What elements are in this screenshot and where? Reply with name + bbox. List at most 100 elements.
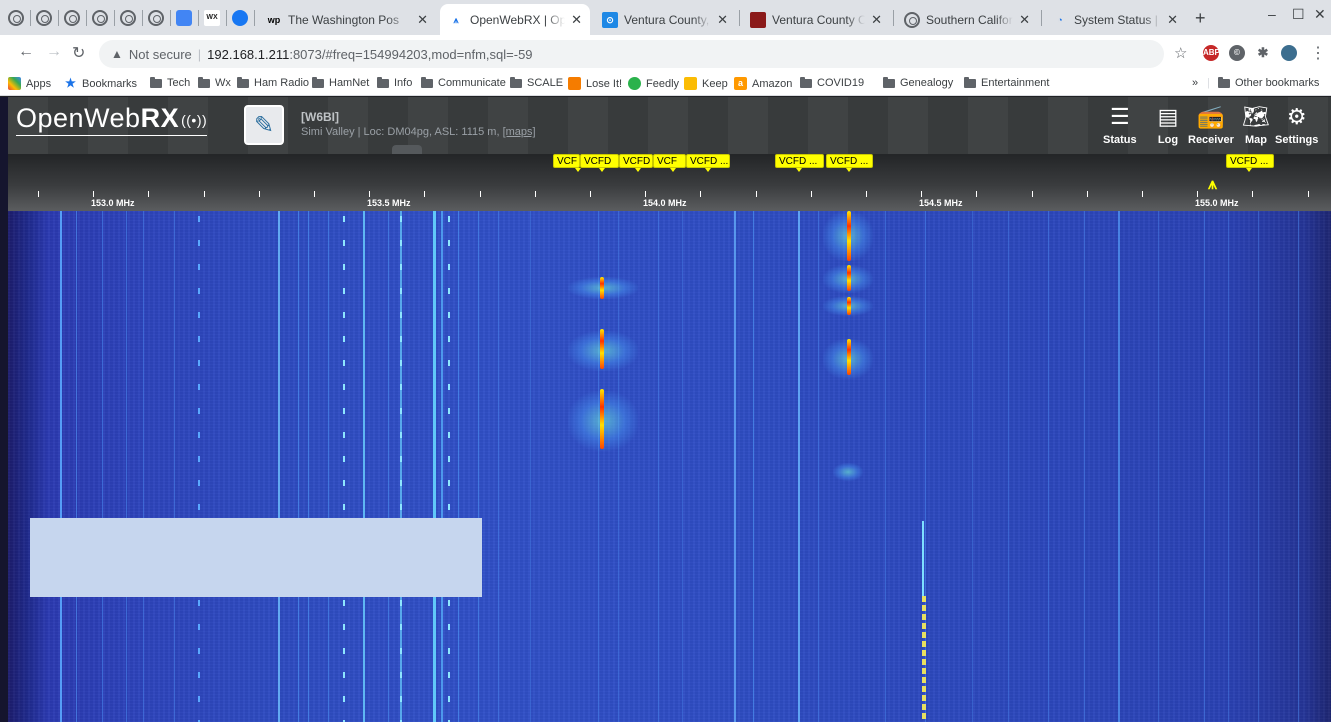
bookmark-apps[interactable]: Apps <box>8 77 51 90</box>
bookmark-other-bookmarks[interactable]: Other bookmarks <box>1218 76 1319 89</box>
log-icon: ▤ <box>1157 104 1179 129</box>
bookmark-flag[interactable]: VCFD <box>580 154 619 168</box>
minimize-button[interactable]: – <box>1268 6 1276 22</box>
signal-peak <box>847 339 851 375</box>
bookmark-flag[interactable]: VCFD ... <box>826 154 873 168</box>
bookmark-flag[interactable]: VCFD ... <box>686 154 730 168</box>
signal-trace <box>76 211 77 722</box>
header-collapse-toggle[interactable] <box>392 145 422 154</box>
close-icon[interactable]: ✕ <box>871 12 882 28</box>
forward-arrow-icon[interactable]: → <box>46 43 62 61</box>
signal-burst <box>448 456 450 462</box>
pinned-tab-5[interactable] <box>118 8 138 28</box>
status-button[interactable]: ☰ Status <box>1103 103 1137 146</box>
openwebrx-logo[interactable]: OpenWebRX ((•)) <box>16 103 208 136</box>
bookmark-flag[interactable]: VCFD ... <box>775 154 824 168</box>
bookmark-info[interactable]: Info <box>377 76 412 89</box>
pinned-tab-2[interactable] <box>34 8 54 28</box>
url-host: 192.168.1.211 <box>207 46 290 62</box>
bookmark-amazon[interactable]: a Amazon <box>734 77 792 90</box>
receiver-location: Simi Valley | Loc: DM04pg, ASL: 1115 m, … <box>301 126 536 138</box>
scale-tick <box>1142 191 1143 197</box>
signal-burst <box>922 641 926 647</box>
bookmark-lose-it[interactable]: Lose It! <box>568 77 622 90</box>
bookmarks-overflow-button[interactable]: » <box>1192 77 1198 89</box>
tab-openwebrx[interactable]: ⩚ OpenWebRX | Open ✕ <box>440 4 590 35</box>
signal-burst <box>448 360 450 366</box>
browser-toolbar: ← → ↻ ▲ Not secure | 192.168.1.211 :8073… <box>0 35 1331 72</box>
bookmark-bookmarks[interactable]: ★ Bookmarks <box>64 77 137 90</box>
tab-system-status[interactable]: ◔ System Status | DAR ✕ <box>1044 4 1186 35</box>
pinned-tab-4[interactable] <box>90 8 110 28</box>
folder-icon <box>1218 76 1230 88</box>
close-icon[interactable]: ✕ <box>1019 12 1030 28</box>
bookmark-keep[interactable]: Keep <box>684 77 728 90</box>
close-icon[interactable]: ✕ <box>1167 12 1178 28</box>
pinned-tab-facebook[interactable] <box>230 8 250 28</box>
bookmark-feedly[interactable]: Feedly <box>628 77 679 90</box>
adblock-icon[interactable]: ABP <box>1203 45 1220 61</box>
tab-ventura-county-2[interactable]: Ventura County Calif ✕ <box>742 4 890 35</box>
bookmark-flag[interactable]: VCF <box>653 154 686 168</box>
tab-ventura-county-1[interactable]: ⊙ Ventura County, Cali ✕ <box>594 4 736 35</box>
tab-label: The Washington Pos <box>288 12 399 27</box>
pinned-tab-1[interactable] <box>6 8 26 28</box>
folder-icon <box>237 76 249 88</box>
bookmark-flag[interactable]: VCFD <box>619 154 653 168</box>
settings-button[interactable]: ⚙ Settings <box>1275 103 1318 146</box>
star-icon[interactable]: ☆ <box>1174 44 1187 62</box>
bookmark-tech[interactable]: Tech <box>150 76 190 89</box>
folder-icon <box>377 76 389 88</box>
tuning-marker-icon[interactable]: ⩚ <box>1208 176 1217 194</box>
pinned-tab-3[interactable] <box>62 8 82 28</box>
bookmark-ham-radio[interactable]: Ham Radio <box>237 76 309 89</box>
signal-burst <box>343 384 345 390</box>
bookmark-wx[interactable]: Wx <box>198 76 231 89</box>
extension-icon[interactable]: © <box>1229 45 1245 61</box>
maximize-button[interactable]: ☐ <box>1292 6 1305 23</box>
maps-link[interactable]: [maps] <box>503 126 536 138</box>
signal-peak <box>600 329 604 369</box>
tab-washington-post[interactable]: wp The Washington Pos ✕ <box>258 4 436 35</box>
back-arrow-icon[interactable]: ← <box>18 43 34 61</box>
profile-avatar[interactable] <box>1281 45 1297 61</box>
globe-icon <box>120 10 136 26</box>
signal-burst <box>343 432 345 438</box>
bookmark-entertainment[interactable]: Entertainment <box>964 76 1049 89</box>
pinned-tab-calendar[interactable] <box>174 8 194 28</box>
close-window-button[interactable]: ✕ <box>1314 6 1326 23</box>
puzzle-icon[interactable]: ✱ <box>1255 45 1271 61</box>
signal-trace <box>298 211 299 722</box>
signal-trace <box>922 521 924 596</box>
bookmark-covid19[interactable]: COVID19 <box>800 76 864 89</box>
receiver-button[interactable]: 📻 Receiver <box>1188 103 1234 146</box>
bookmark-scale[interactable]: SCALE <box>510 76 563 89</box>
bookmark-hamnet[interactable]: HamNet <box>312 76 369 89</box>
bookmark-flag[interactable]: VCFD ... <box>1226 154 1274 168</box>
pinned-tab-6[interactable] <box>146 8 166 28</box>
signal-burst <box>922 704 926 710</box>
waterfall-display[interactable] <box>8 211 1331 722</box>
reload-icon[interactable]: ↻ <box>72 43 85 63</box>
log-button[interactable]: ▤ Log <box>1154 103 1182 146</box>
close-icon[interactable]: ✕ <box>417 12 428 28</box>
map-button[interactable]: 🗺 Map <box>1242 103 1270 146</box>
frequency-scale[interactable]: VCF VCFD VCFD VCF VCFD ... VCFD ... VCFD… <box>8 154 1331 211</box>
scale-tick <box>921 191 922 197</box>
signal-burst <box>400 384 402 390</box>
bookmark-genealogy[interactable]: Genealogy <box>883 76 953 89</box>
pinned-tab-weather[interactable]: WX <box>202 8 222 28</box>
signal-trace <box>478 211 479 722</box>
new-tab-button[interactable]: + <box>1195 8 1206 29</box>
address-bar[interactable]: ▲ Not secure | 192.168.1.211 :8073/#freq… <box>99 40 1164 68</box>
menu-icon[interactable]: ⋮ <box>1310 43 1326 63</box>
bookmark-flag[interactable]: VCF <box>553 154 580 168</box>
bookmark-communicate[interactable]: Communicate <box>421 76 506 89</box>
tab-southern-california[interactable]: Southern California ✕ <box>896 4 1038 35</box>
signal-trace <box>1204 211 1205 722</box>
radio-wave-icon: ((•)) <box>181 111 208 128</box>
signal-burst <box>448 672 450 678</box>
signal-burst <box>400 480 402 486</box>
close-icon[interactable]: ✕ <box>571 12 582 28</box>
close-icon[interactable]: ✕ <box>717 12 728 28</box>
